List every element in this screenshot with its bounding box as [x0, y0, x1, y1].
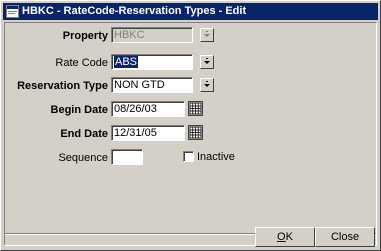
- begin-date-value: 08/26/03: [114, 103, 157, 115]
- edit-dialog-window: HBKC - RateCode-Reservation Types - Edit…: [0, 0, 381, 251]
- property-label: Property: [62, 30, 108, 42]
- ok-button-label: K: [285, 231, 293, 243]
- ok-button-accel: O: [277, 231, 286, 243]
- dropdown-arrow-icon: [204, 58, 210, 64]
- sequence-label: Sequence: [58, 152, 108, 164]
- end-date-label: End Date: [60, 128, 108, 140]
- rate-code-value: ABS: [114, 56, 139, 68]
- reservation-type-value: NON GTD: [114, 79, 165, 91]
- close-button-label: Close: [330, 231, 360, 243]
- property-field: HBKC: [111, 27, 193, 43]
- begin-date-input[interactable]: 08/26/03: [111, 101, 185, 117]
- window-title: HBKC - RateCode-Reservation Types - Edit: [22, 5, 247, 17]
- reservation-type-label: Reservation Type: [17, 80, 108, 92]
- close-button[interactable]: Close: [315, 227, 375, 247]
- dropdown-arrow-icon: [204, 31, 210, 37]
- end-date-value: 12/31/05: [114, 127, 157, 139]
- ok-button[interactable]: OK: [255, 227, 315, 247]
- reservation-type-dropdown-button[interactable]: [200, 78, 214, 92]
- begin-date-label: Begin Date: [50, 104, 108, 116]
- rate-code-label: Rate Code: [55, 57, 108, 69]
- calendar-icon[interactable]: [188, 125, 203, 140]
- reservation-type-input[interactable]: NON GTD: [111, 77, 193, 93]
- title-bar[interactable]: HBKC - RateCode-Reservation Types - Edit: [3, 3, 378, 20]
- rate-code-input[interactable]: ABS: [111, 54, 193, 70]
- rate-code-dropdown-button[interactable]: [200, 55, 214, 69]
- inactive-checkbox[interactable]: [183, 151, 194, 162]
- end-date-input[interactable]: 12/31/05: [111, 125, 185, 141]
- property-dropdown-button: [200, 28, 214, 42]
- dropdown-arrow-icon: [204, 81, 210, 87]
- form-panel: Property HBKC Rate Code ABS Reservation …: [4, 22, 377, 246]
- app-window-icon: [6, 5, 19, 18]
- sequence-input[interactable]: [111, 149, 143, 165]
- inactive-label: Inactive: [197, 151, 235, 163]
- calendar-icon[interactable]: [188, 101, 203, 116]
- property-value: HBKC: [114, 29, 145, 41]
